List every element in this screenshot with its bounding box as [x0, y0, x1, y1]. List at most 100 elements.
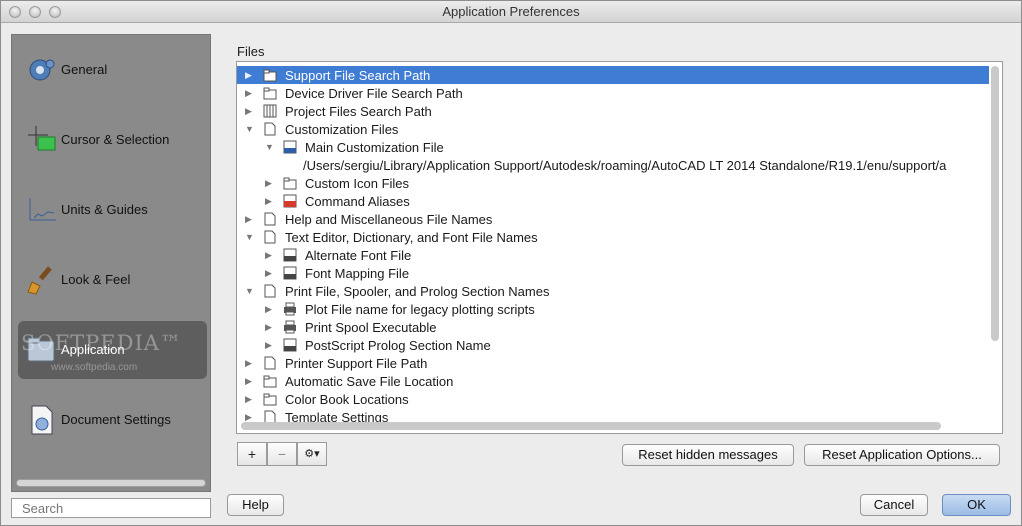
- files-tree: ▶ Support File Search Path ▶ Device Driver …: [236, 61, 1003, 434]
- project-files-icon: [263, 104, 277, 118]
- preferences-window: Application Preferences General Cursor &…: [0, 0, 1022, 526]
- tree-row-label: Text Editor, Dictionary, and Font File N…: [285, 230, 538, 245]
- tree-row-label: Font Mapping File: [305, 266, 410, 281]
- tree-row-label: Print Spool Executable: [305, 320, 437, 335]
- folder-icon: [283, 177, 297, 190]
- window-title: Application Preferences: [442, 4, 580, 19]
- document-icon: [264, 122, 276, 136]
- sidebar-item-units-guides[interactable]: Units & Guides: [18, 181, 207, 239]
- folder-icon: [263, 375, 277, 388]
- tree-horizontal-scrollbar[interactable]: [241, 422, 941, 430]
- tree-row[interactable]: ▼ Text Editor, Dictionary, and Font File …: [237, 228, 989, 246]
- disclosure-expanded-icon[interactable]: ▼: [265, 141, 275, 153]
- cursor-selection-icon: [28, 126, 56, 151]
- tree-row-label: Support File Search Path: [285, 68, 431, 83]
- disclosure-collapsed-icon[interactable]: ▶: [265, 267, 275, 279]
- reset-hidden-messages-button[interactable]: Reset hidden messages: [622, 444, 794, 466]
- ok-button[interactable]: OK: [942, 494, 1011, 516]
- tree-row-label: /Users/sergiu/Library/Application Suppor…: [303, 158, 947, 173]
- sidebar-item-look-feel[interactable]: Look & Feel: [18, 251, 207, 309]
- sidebar-item-general[interactable]: General: [18, 41, 207, 99]
- action-menu-button[interactable]: ⚙▾: [297, 442, 327, 466]
- tree-row[interactable]: ▼ Customization Files: [237, 120, 989, 138]
- disclosure-collapsed-icon[interactable]: ▶: [245, 375, 255, 387]
- gear-icon: [29, 59, 55, 81]
- document-icon: [264, 284, 276, 298]
- disclosure-expanded-icon[interactable]: ▼: [245, 285, 255, 297]
- sidebar-item-label: General: [61, 62, 108, 77]
- tree-row[interactable]: ▶ Alternate Font File: [237, 246, 989, 264]
- printer-icon: [284, 302, 296, 316]
- disclosure-collapsed-icon[interactable]: ▶: [245, 393, 255, 405]
- disclosure-collapsed-icon[interactable]: ▶: [245, 357, 255, 369]
- sidebar-item-label: Document Settings: [61, 412, 171, 427]
- help-button[interactable]: Help: [227, 494, 284, 516]
- sidebar: General Cursor & Selection Units & Guide…: [11, 34, 211, 492]
- tree-row[interactable]: ▶ Help and Miscellaneous File Names: [237, 210, 989, 228]
- tree-row[interactable]: ▶ Automatic Save File Location: [237, 372, 989, 390]
- tree-row[interactable]: ▶ PostScript Prolog Section Name: [237, 336, 989, 354]
- tree-row-label: Alternate Font File: [305, 248, 412, 263]
- disclosure-collapsed-icon[interactable]: ▶: [245, 213, 255, 225]
- reset-application-options-button[interactable]: Reset Application Options...: [804, 444, 1000, 466]
- tree-row[interactable]: ▶ Color Book Locations: [237, 390, 989, 408]
- sidebar-item-label: Look & Feel: [61, 272, 131, 287]
- document-settings-icon: [31, 405, 53, 435]
- tree-row[interactable]: ▶ Custom Icon Files: [237, 174, 989, 192]
- document-icon: [264, 212, 276, 226]
- tree-row[interactable]: ▼ Main Customization File: [237, 138, 989, 156]
- tree-row-label: Customization Files: [285, 122, 399, 137]
- tree-row[interactable]: ▶ Printer Support File Path: [237, 354, 989, 372]
- sidebar-scrollbar[interactable]: [16, 479, 206, 487]
- disclosure-collapsed-icon[interactable]: ▶: [265, 177, 275, 189]
- disclosure-expanded-icon[interactable]: ▼: [245, 231, 255, 243]
- disclosure-collapsed-icon[interactable]: ▶: [265, 339, 275, 351]
- disclosure-collapsed-icon[interactable]: ▶: [265, 321, 275, 333]
- document-icon: [264, 230, 276, 244]
- files-section-label: Files: [237, 44, 265, 59]
- sidebar-item-label: Cursor & Selection: [61, 132, 170, 147]
- pgp-file-icon: [283, 194, 297, 208]
- tree-row-label: Print File, Spooler, and Prolog Section …: [285, 284, 550, 299]
- disclosure-expanded-icon[interactable]: ▼: [245, 123, 255, 135]
- tree-row[interactable]: ▶ Command Aliases: [237, 192, 989, 210]
- cancel-button[interactable]: Cancel: [860, 494, 928, 516]
- tree-row-label: Command Aliases: [305, 194, 410, 209]
- add-button[interactable]: +: [237, 442, 267, 466]
- tree-row[interactable]: ▶ Project Files Search Path: [237, 102, 989, 120]
- tree-vertical-scrollbar[interactable]: [991, 66, 999, 341]
- disclosure-collapsed-icon[interactable]: ▶: [245, 87, 255, 99]
- remove-button[interactable]: −: [267, 442, 297, 466]
- printer-icon: [284, 320, 296, 334]
- disclosure-collapsed-icon[interactable]: ▶: [245, 69, 255, 81]
- psf-file-icon: [283, 338, 297, 352]
- tree-row-label: PostScript Prolog Section Name: [305, 338, 491, 353]
- folder-icon: [263, 69, 277, 82]
- tree-row[interactable]: ▶ Device Driver File Search Path: [237, 84, 989, 102]
- tree-row-label: Custom Icon Files: [305, 176, 410, 191]
- disclosure-collapsed-icon[interactable]: ▶: [265, 195, 275, 207]
- tree-row[interactable]: ▶ Support File Search Path: [237, 66, 989, 84]
- disclosure-collapsed-icon[interactable]: ▶: [265, 249, 275, 261]
- search-input[interactable]: [11, 498, 211, 518]
- tree-row[interactable]: ▶ Plot File name for legacy plotting scri…: [237, 300, 989, 318]
- tree-row[interactable]: ▶ Font Mapping File: [237, 264, 989, 282]
- sidebar-item-label: Units & Guides: [61, 202, 148, 217]
- tree-row[interactable]: /Users/sergiu/Library/Application Suppor…: [237, 156, 989, 174]
- watermark-url: www.softpedia.com: [51, 362, 138, 373]
- ttf-file-icon: [283, 248, 297, 262]
- sidebar-item-cursor-selection[interactable]: Cursor & Selection: [18, 111, 207, 169]
- folder-icon: [263, 87, 277, 100]
- disclosure-collapsed-icon[interactable]: ▶: [245, 105, 255, 117]
- folder-icon: [263, 393, 277, 406]
- tree-row-label: Plot File name for legacy plotting scrip…: [305, 302, 535, 317]
- brush-icon: [27, 266, 52, 295]
- tree-row[interactable]: ▶ Print Spool Executable: [237, 318, 989, 336]
- tree-row-label: Main Customization File: [305, 140, 444, 155]
- watermark: SOFTPEDIA™: [21, 331, 182, 355]
- sidebar-item-document-settings[interactable]: Document Settings: [18, 391, 207, 449]
- tree-row-label: Help and Miscellaneous File Names: [285, 212, 493, 227]
- tree-row[interactable]: ▼ Print File, Spooler, and Prolog Section…: [237, 282, 989, 300]
- disclosure-collapsed-icon[interactable]: ▶: [265, 303, 275, 315]
- document-icon: [264, 356, 276, 370]
